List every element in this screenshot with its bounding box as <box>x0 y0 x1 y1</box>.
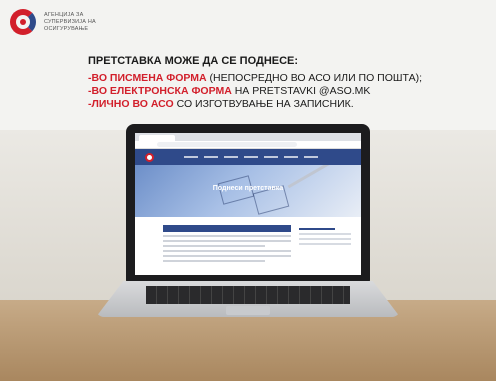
keyboard <box>146 286 350 304</box>
nav-link <box>304 156 318 158</box>
site-logo-icon <box>145 152 154 162</box>
site-navbar <box>135 149 361 165</box>
nav-link <box>284 156 298 158</box>
info-panel <box>163 225 291 271</box>
site-content <box>135 217 361 275</box>
info-panel-header <box>163 225 291 232</box>
submission-methods-list: -ВО ПИСМЕНА ФОРМА (НЕПОСРЕДНО ВО АСО ИЛИ… <box>88 72 422 111</box>
notice-heading: ПРЕТСТАВКА МОЖЕ ДА СЕ ПОДНЕСЕ: <box>88 55 299 67</box>
laptop-base <box>96 281 400 317</box>
nav-link <box>244 156 258 158</box>
agency-name: АГЕНЦИЈА ЗА СУПЕРВИЗИЈА НА ОСИГУРУВАЊЕ <box>44 11 96 32</box>
site-hero-banner: Поднеси претставка <box>135 165 361 217</box>
laptop-screen: Поднеси претставка <box>135 133 361 275</box>
trackpad <box>226 306 270 315</box>
browser-address-bar <box>135 141 361 149</box>
browser-tab-bar <box>135 133 361 141</box>
method-electronic: -ВО ЕЛЕКТРОНСКА ФОРМА НА PRETSTAVKI @ASO… <box>88 85 371 97</box>
site-nav-links <box>184 156 318 158</box>
url-field <box>157 142 297 147</box>
nav-link <box>204 156 218 158</box>
agency-emblem-icon <box>10 9 36 35</box>
method-in-person: -ЛИЧНО ВО АСО СО ИЗГОТВУВАЊЕ НА ЗАПИСНИК… <box>88 98 354 110</box>
sidebar-panel <box>299 225 351 245</box>
nav-link <box>264 156 278 158</box>
agency-logo: АГЕНЦИЈА ЗА СУПЕРВИЗИЈА НА ОСИГУРУВАЊЕ <box>10 9 96 35</box>
laptop-lid: Поднеси претставка <box>126 124 370 282</box>
nav-link <box>184 156 198 158</box>
nav-link <box>224 156 238 158</box>
method-written: -ВО ПИСМЕНА ФОРМА (НЕПОСРЕДНО ВО АСО ИЛИ… <box>88 72 422 84</box>
hero-title: Поднеси претставка <box>212 185 284 192</box>
